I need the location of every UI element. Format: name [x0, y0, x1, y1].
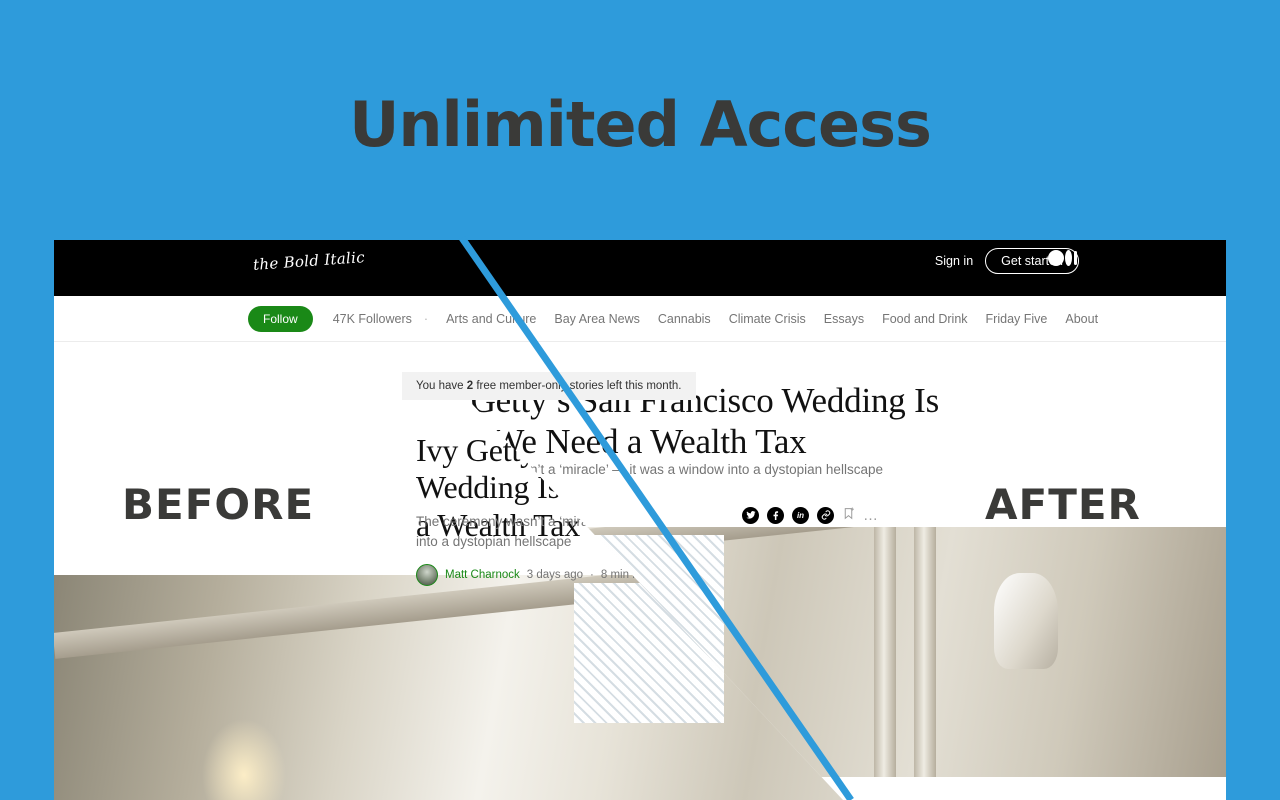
brand-logo[interactable]: the Bold Italic [253, 248, 366, 274]
share-twitter-icon[interactable] [742, 506, 759, 524]
share-actions-row: in … [742, 506, 878, 524]
article-area: Ivy Getty’s San Francisco Wedding Is Why… [54, 342, 1226, 800]
avatar[interactable] [416, 564, 438, 586]
published-date: 3 days ago [526, 569, 584, 581]
bookmark-icon[interactable] [842, 506, 855, 524]
nav-item-friday-five[interactable]: Friday Five [986, 312, 1048, 326]
paywall-meter-banner: You have 2 free member-only stories left… [402, 372, 696, 400]
meter-prefix: You have [416, 380, 467, 392]
nav-item-essays[interactable]: Essays [824, 312, 864, 326]
share-linkedin-icon[interactable]: in [792, 506, 809, 524]
author-name[interactable]: Matt Charnock [445, 569, 520, 581]
medium-logo-icon[interactable] [1048, 249, 1078, 267]
nav-item-food-and-drink[interactable]: Food and Drink [882, 312, 967, 326]
nav-item-about[interactable]: About [1065, 312, 1098, 326]
copy-link-icon[interactable] [817, 506, 834, 524]
publication-nav: Follow 47K Followers · Arts and Culture … [54, 296, 1226, 342]
more-options-icon[interactable]: … [863, 508, 878, 523]
nav-item-arts-and-culture[interactable]: Arts and Culture [446, 312, 536, 326]
nav-item-cannabis[interactable]: Cannabis [658, 312, 711, 326]
site-header: the Bold Italic Sign in Get started [54, 240, 1226, 296]
nav-separator: · [423, 311, 429, 326]
nav-item-climate-crisis[interactable]: Climate Crisis [729, 312, 806, 326]
share-facebook-icon[interactable] [767, 506, 784, 524]
sign-in-link[interactable]: Sign in [935, 254, 973, 268]
follow-button[interactable]: Follow [248, 305, 313, 332]
meter-suffix: free member-only stories left this month… [473, 380, 682, 392]
nav-item-bay-area-news[interactable]: Bay Area News [554, 312, 639, 326]
label-after: AFTER [985, 480, 1141, 529]
followers-count: 47K Followers [332, 311, 412, 326]
byline-separator: · [590, 569, 594, 581]
page-title: Unlimited Access [349, 88, 932, 161]
label-before: BEFORE [122, 480, 315, 529]
